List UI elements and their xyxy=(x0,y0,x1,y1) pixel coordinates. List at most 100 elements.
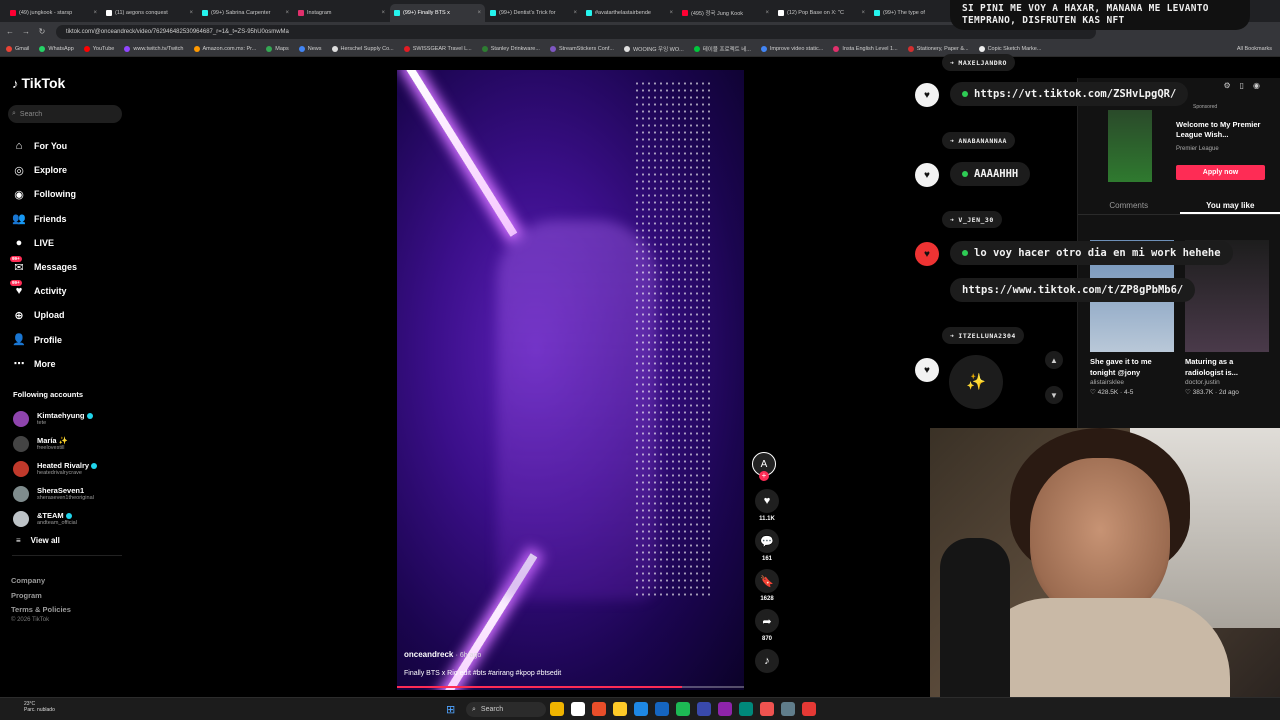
menu-item-activity[interactable]: ♥ 99+ Activity xyxy=(10,279,127,303)
bookmark-item[interactable]: Gmail xyxy=(6,45,29,52)
search-input[interactable]: ⌕ Search xyxy=(8,105,122,123)
chat-avatar-icon: ♥ xyxy=(915,163,939,187)
browser-tab[interactable]: (49) jungkook - starsp × xyxy=(6,4,101,22)
menu-item-profile[interactable]: 👤 Profile xyxy=(12,328,127,352)
account-name: &TEAM xyxy=(37,511,77,520)
tiktok-logo[interactable]: ♪ TikTok xyxy=(12,75,65,91)
close-icon[interactable]: × xyxy=(669,10,673,16)
menu-item-following[interactable]: ◉ Following xyxy=(12,182,127,206)
taskbar-search[interactable]: ⌕ Search xyxy=(466,702,546,717)
close-icon[interactable]: × xyxy=(381,10,385,16)
bookmark-item[interactable]: 테이블 프로젝트 네... xyxy=(693,45,751,53)
footer-link[interactable]: Program xyxy=(11,589,71,604)
menu-item-upload[interactable]: ⊕ Upload xyxy=(12,303,127,327)
scroll-up-button[interactable]: ▲ xyxy=(1045,351,1063,369)
arrow-icon: ➜ xyxy=(950,331,955,340)
close-icon[interactable]: × xyxy=(861,10,865,16)
bookmark-item[interactable]: Herschel Supply Co... xyxy=(331,45,394,52)
following-account[interactable]: Kimtaehyung tete xyxy=(13,406,128,431)
video-progress-bar[interactable] xyxy=(397,686,744,688)
video-author[interactable]: onceandreck · 6h ago xyxy=(404,650,481,659)
close-icon[interactable]: × xyxy=(189,10,193,16)
account-handle: sheraseven1theoriginal xyxy=(37,495,94,502)
forward-icon[interactable]: → xyxy=(20,27,32,36)
taskbar-app-icon[interactable] xyxy=(802,702,816,716)
weather-widget[interactable]: 23°C Parc. nublado xyxy=(24,701,55,713)
taskbar-app-icon[interactable] xyxy=(592,702,606,716)
view-all-button[interactable]: ≡ View all xyxy=(16,536,60,545)
menu-item-for-you[interactable]: ⌂ For You xyxy=(12,134,127,158)
browser-tab[interactable]: Instagram × xyxy=(294,4,389,22)
menu-item-friends[interactable]: 👥 Friends xyxy=(12,207,127,231)
browser-tab[interactable]: (11) aegons conquest × xyxy=(102,4,197,22)
browser-tab[interactable]: (99+) Finally BTS x × xyxy=(390,4,485,22)
folder-icon[interactable] xyxy=(613,702,627,716)
view-all-label: View all xyxy=(30,536,60,545)
bookmark-item[interactable]: StreamStickers Conf... xyxy=(549,45,614,52)
scroll-down-button[interactable]: ▼ xyxy=(1045,386,1063,404)
account-name-text: Heated Rivalry xyxy=(37,460,90,470)
taskbar-app-icon[interactable] xyxy=(739,702,753,716)
following-account[interactable]: Heated Rivalry heatedrivalrycrave xyxy=(13,456,128,481)
close-icon[interactable]: × xyxy=(573,10,577,16)
bookmark-item[interactable]: Improve video static... xyxy=(760,45,823,52)
bookmark-item[interactable]: Amazon.com.mx: Pr... xyxy=(193,45,256,52)
bookmark-item[interactable]: Insta English Level 1... xyxy=(833,45,898,52)
close-icon[interactable]: × xyxy=(93,10,97,16)
taskbar-app-icon[interactable] xyxy=(760,702,774,716)
browser-tab[interactable]: (495) 정국 Jung Kook × xyxy=(678,4,773,22)
tiktok-music-disc[interactable]: ♪ xyxy=(752,649,782,673)
chat-message: https://vt.tiktok.com/ZSHvLpgQR/ xyxy=(950,82,1189,106)
copyright: © 2026 TikTok xyxy=(11,617,50,623)
bookmark-item[interactable]: News xyxy=(298,45,322,52)
spotify-icon[interactable] xyxy=(676,702,690,716)
bookmark-item[interactable]: Maps xyxy=(266,45,289,52)
like-button[interactable]: ♥ 11.1K xyxy=(752,489,782,525)
bookmark-item[interactable]: WOOING 우잉 WO... xyxy=(623,45,684,53)
browser-tab[interactable]: (99+) Sabrina Carpenter × xyxy=(198,4,293,22)
menu-item-messages[interactable]: ✉ 99+ Messages xyxy=(10,255,127,279)
taskbar-app-icon[interactable] xyxy=(697,702,711,716)
comment-button[interactable]: 💬 161 xyxy=(752,529,782,565)
windows-start-icon[interactable]: ⊞ xyxy=(446,703,455,716)
bookmark-item[interactable]: SWISSGEAR Travel L... xyxy=(403,45,472,52)
bookmark-button[interactable]: 🔖 1628 xyxy=(752,569,782,605)
following-account[interactable]: María ✨ freelovestill xyxy=(13,431,128,456)
taskbar-app-icon[interactable] xyxy=(550,702,564,716)
tab-favicon-icon xyxy=(10,10,16,16)
close-icon[interactable]: × xyxy=(285,10,289,16)
bookmark-item[interactable]: YouTube xyxy=(83,45,114,52)
footer-link[interactable]: Terms & Policies xyxy=(11,603,71,618)
following-account[interactable]: &TEAM andteam_official xyxy=(13,507,128,532)
video-player[interactable]: onceandreck · 6h ago Finally BTS x Rio e… xyxy=(397,70,744,690)
close-icon[interactable]: × xyxy=(765,10,769,16)
browser-tab[interactable]: (99+) Dentist's Trick for × xyxy=(486,4,581,22)
bookmark-favicon-icon xyxy=(331,45,338,52)
reload-icon[interactable]: ↻ xyxy=(36,27,48,36)
menu-item-more[interactable]: ⋯ More xyxy=(12,352,127,376)
taskbar-app-icon[interactable] xyxy=(655,702,669,716)
browser-tab[interactable]: (12) Pop Base on X: "C × xyxy=(774,4,869,22)
following-account[interactable]: SheraSeven1 sheraseven1theoriginal xyxy=(13,482,128,507)
taskbar-app-icon[interactable] xyxy=(718,702,732,716)
share-button[interactable]: ➦ 870 xyxy=(752,609,782,645)
bookmark-label: WOOING 우잉 WO... xyxy=(632,46,684,53)
close-icon[interactable]: × xyxy=(477,10,481,16)
menu-item-live[interactable]: ● LIVE xyxy=(12,231,127,255)
bookmark-item[interactable]: www.twitch.tv/Twitch xyxy=(124,45,184,52)
tab-title: (99+) Finally BTS x xyxy=(403,10,450,16)
verified-icon xyxy=(65,513,72,520)
menu-item-explore[interactable]: ◎ Explore xyxy=(12,158,127,182)
follow-plus-icon[interactable]: + xyxy=(759,471,769,481)
bookmark-item[interactable]: Stanley Drinkware... xyxy=(481,45,540,52)
taskbar-app-icon[interactable] xyxy=(634,702,648,716)
bookmark-favicon-icon xyxy=(693,45,700,52)
back-icon[interactable]: ← xyxy=(4,27,16,36)
taskbar-app-icon[interactable] xyxy=(781,702,795,716)
taskbar-app-icon[interactable] xyxy=(571,702,585,716)
browser-tab[interactable]: #avatarthelastairbende × xyxy=(582,4,677,22)
menu-item-label: More xyxy=(34,358,56,369)
creator-avatar[interactable]: A + xyxy=(752,452,776,481)
footer-link[interactable]: Company xyxy=(11,574,71,589)
bookmark-item[interactable]: WhatsApp xyxy=(39,45,74,52)
